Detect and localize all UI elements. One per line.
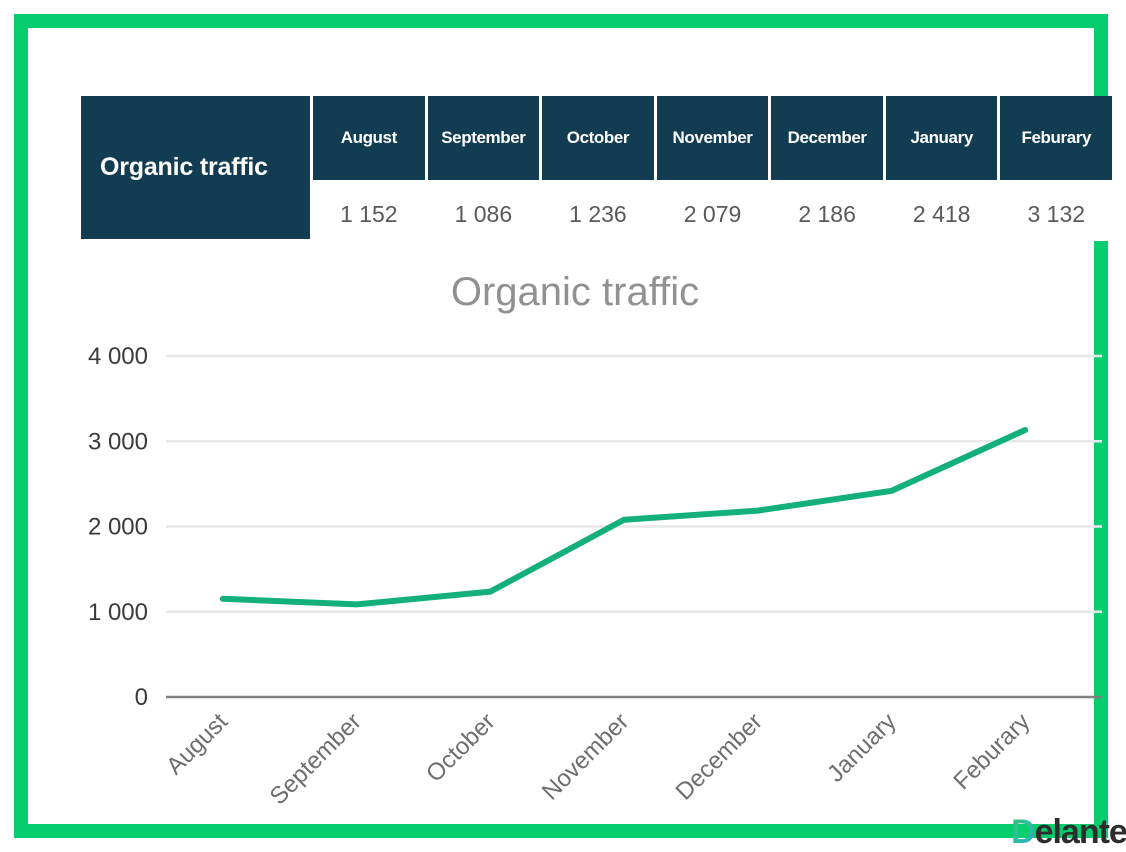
logo-d-letter: D	[1011, 813, 1035, 852]
table-value-cell: 3 132	[1000, 180, 1112, 241]
table-row-label: Organic traffic	[81, 96, 310, 239]
chart-x-tick-label: January	[822, 708, 901, 787]
chart-y-tick-label: 1 000	[88, 599, 148, 626]
green-frame: Organic traffic August 1 152 September 1…	[14, 14, 1108, 838]
table-value-cell: 1 152	[313, 180, 425, 241]
chart-y-axis-labels: 0 1 000 2 000 3 000 4 000	[88, 343, 148, 711]
chart-data-line	[223, 430, 1025, 604]
chart-y-tick-label: 4 000	[88, 343, 148, 370]
screenshot-root: Organic traffic August 1 152 September 1…	[0, 0, 1126, 852]
organic-traffic-table: Organic traffic August 1 152 September 1…	[81, 96, 1112, 241]
chart-y-tick-label: 2 000	[88, 514, 148, 541]
table-column-august: August 1 152	[313, 96, 425, 241]
table-header-cell: August	[313, 96, 425, 180]
chart-x-axis-labels: August September October November December Ja…	[161, 708, 1035, 810]
chart-x-tick-label: December	[671, 708, 768, 805]
organic-traffic-chart: Organic traffic 01 0002 0003 0004 000 Au…	[48, 256, 1102, 836]
table-header-cell: November	[657, 96, 769, 180]
delante-logo: D elante	[1011, 814, 1126, 850]
table-column-feburary: Feburary 3 132	[1000, 96, 1112, 241]
table-header-cell: December	[771, 96, 883, 180]
chart-y-tick-label: 0	[135, 684, 148, 711]
chart-x-tick-label: Feburary	[948, 708, 1035, 795]
table-header-cell: September	[428, 96, 540, 180]
chart-x-tick-label: November	[537, 708, 634, 805]
chart-x-tick-label: August	[161, 708, 233, 780]
table-header-cell: January	[886, 96, 998, 180]
table-value-cell: 1 236	[542, 180, 654, 241]
table-value-cell: 2 079	[657, 180, 769, 241]
chart-gridlines	[166, 356, 1102, 612]
table-value-cell: 2 186	[771, 180, 883, 241]
table-value-cell: 2 418	[886, 180, 998, 241]
table-column-december: December 2 186	[771, 96, 883, 241]
table-column-october: October 1 236	[542, 96, 654, 241]
chart-y-tick-label: 3 000	[88, 428, 148, 455]
chart-x-tick-label: September	[265, 708, 367, 810]
table-header-cell: October	[542, 96, 654, 180]
chart-x-tick-label: October	[421, 708, 500, 787]
chart-plot: 0 1 000 2 000 3 000 4 000 August September Oct…	[48, 256, 1102, 836]
logo-wordmark: elante	[1035, 813, 1126, 852]
table-header-cell: Feburary	[1000, 96, 1112, 180]
table-column-january: January 2 418	[886, 96, 998, 241]
table-column-september: September 1 086	[428, 96, 540, 241]
table-column-november: November 2 079	[657, 96, 769, 241]
table-month-columns: August 1 152 September 1 086 October 1 2…	[313, 96, 1112, 241]
table-value-cell: 1 086	[428, 180, 540, 241]
